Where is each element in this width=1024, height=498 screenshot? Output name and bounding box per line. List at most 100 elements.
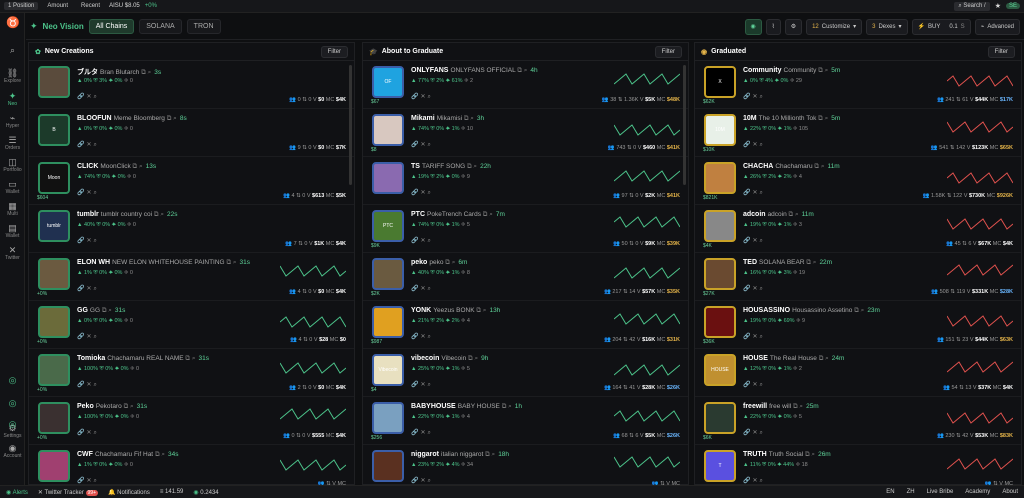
copy-icon[interactable]: ⧉ ⌕ — [818, 67, 828, 74]
buy-settings[interactable]: ⚡ BUY 0.1 S — [911, 18, 971, 35]
copy-icon[interactable]: ⧉ ⌕ — [124, 403, 134, 410]
token-row[interactable]: 10M $10K 10M The 10 Millionth Tok ⧉ ⌕ 5m ▲ 22… — [695, 109, 1021, 157]
token-symbol[interactable]: Peko — [77, 403, 94, 410]
social-icons[interactable]: 🔗✕⌕ — [743, 381, 765, 389]
token-avatar[interactable]: PTC — [372, 210, 404, 242]
side-action-3[interactable]: ◎ — [0, 419, 25, 429]
token-symbol[interactable]: TRUTH — [743, 451, 767, 458]
social-icons[interactable]: 🔗✕⌕ — [77, 141, 99, 149]
token-row[interactable]: OF $67 ONLYFANS ONLYFANS OFFICIAL ⧉ ⌕ 4h ▲ 77… — [363, 61, 688, 109]
token-avatar[interactable]: HOUSE — [704, 354, 736, 386]
sidebar-item-6[interactable]: ▭ Wallet — [0, 179, 25, 195]
copy-icon[interactable]: ⧉ ⌕ — [468, 355, 478, 362]
token-symbol[interactable]: adcoin — [743, 211, 766, 218]
token-symbol[interactable]: GG — [77, 307, 88, 314]
token-avatar[interactable] — [38, 354, 70, 386]
sidebar-item-3[interactable]: ⌁ Hyper — [0, 113, 25, 129]
token-row[interactable]: $8 Mikami Mikamisi ⧉ ⌕ 3h ▲ 74% ⛨ 0% ✦ 1% ◈ … — [363, 109, 688, 157]
settings-icon[interactable]: ⚙ — [784, 18, 803, 35]
sidebar-item-4[interactable]: ☰ Orders — [0, 135, 25, 151]
token-symbol[interactable]: vibecoin — [411, 355, 439, 362]
sidebar-item-1[interactable]: ⛓ Explore — [0, 68, 25, 84]
social-icons[interactable]: 🔗✕⌕ — [77, 189, 99, 197]
lang-zh[interactable]: ZH — [907, 489, 915, 495]
copy-icon[interactable]: ⧉ ⌕ — [167, 115, 177, 122]
copy-icon[interactable]: ⧉ ⌕ — [102, 307, 112, 314]
twitter-tracker-button[interactable]: ✕ Twitter Tracker 99+ — [38, 489, 99, 496]
token-avatar[interactable] — [38, 258, 70, 290]
token-row[interactable]: tumblr tumblr tumblr country coi ⧉ ⌕ 22s ▲ 4… — [29, 205, 354, 253]
token-symbol[interactable]: TED — [743, 259, 757, 266]
token-row[interactable]: $4K adcoin adcoin ⧉ ⌕ 11m ▲ 19% ⛨ 0% ✦ 1% ◈ … — [695, 205, 1021, 253]
social-icons[interactable]: 🔗✕⌕ — [411, 93, 433, 101]
customize-button[interactable]: 12 Customize ▾ — [806, 18, 863, 35]
token-avatar[interactable]: X — [704, 66, 736, 98]
filter-button[interactable]: Filter — [320, 45, 348, 58]
token-symbol[interactable]: Mikami — [411, 115, 435, 122]
token-symbol[interactable]: ELON WH — [77, 259, 110, 266]
social-icons[interactable]: 🔗✕⌕ — [411, 285, 433, 293]
token-symbol[interactable]: tumblr — [77, 211, 99, 218]
token-row[interactable]: Vibecoin $4 vibecoin Vibecoin ⧉ ⌕ 9h ▲ 25% ⛨ … — [363, 349, 688, 397]
amount-tab[interactable]: Amount — [43, 2, 72, 10]
copy-icon[interactable]: ⧉ ⌕ — [485, 451, 495, 458]
social-icons[interactable]: 🔗✕⌕ — [743, 285, 765, 293]
token-avatar[interactable]: B — [38, 114, 70, 146]
copy-icon[interactable]: ⧉ ⌕ — [502, 403, 512, 410]
token-symbol[interactable]: CWF — [77, 451, 93, 458]
token-avatar[interactable] — [372, 258, 404, 290]
token-symbol[interactable]: TS — [411, 163, 420, 170]
token-avatar[interactable] — [704, 402, 736, 434]
token-symbol[interactable]: HOUSASSINO — [743, 307, 790, 314]
chart-icon[interactable]: ⌇ — [765, 18, 781, 35]
copy-icon[interactable]: ⧉ ⌕ — [154, 211, 164, 218]
token-avatar[interactable]: OF — [372, 66, 404, 98]
ticker-symbol[interactable]: AISU $8.05 — [109, 3, 140, 9]
token-avatar[interactable]: Moon — [38, 162, 70, 194]
notifications-button[interactable]: 🔔 Notifications — [108, 489, 150, 496]
social-icons[interactable]: 🔗✕⌕ — [743, 333, 765, 341]
token-row[interactable]: $987 YONK Yeezus BONK ⧉ ⌕ 13h ▲ 21% ⛨ 2% ✦ 2… — [363, 301, 688, 349]
token-symbol[interactable]: 10M — [743, 115, 757, 122]
copy-icon[interactable]: ⧉ ⌕ — [854, 307, 864, 314]
side-action-1[interactable]: ◎ — [0, 375, 25, 385]
token-avatar[interactable] — [704, 258, 736, 290]
copy-icon[interactable]: ⧉ ⌕ — [818, 115, 828, 122]
token-avatar[interactable]: Vibecoin — [372, 354, 404, 386]
token-avatar[interactable]: 10M — [704, 114, 736, 146]
token-symbol[interactable]: ONLYFANS — [411, 67, 448, 74]
token-symbol[interactable]: Tomioka — [77, 355, 105, 362]
copy-icon[interactable]: ⧉ ⌕ — [467, 163, 477, 170]
social-icons[interactable]: 🔗✕⌕ — [743, 429, 765, 437]
token-symbol[interactable]: peko — [411, 259, 427, 266]
about-link[interactable]: About — [1002, 489, 1018, 495]
copy-icon[interactable]: ⧉ ⌕ — [819, 355, 829, 362]
filter-button[interactable]: Filter — [987, 45, 1015, 58]
token-avatar[interactable] — [38, 66, 70, 98]
scrollbar[interactable] — [683, 65, 686, 185]
token-row[interactable]: HOUSE HOUSE The Real House ⧉ ⌕ 24m ▲ 12% ⛨ 0… — [695, 349, 1021, 397]
token-row[interactable]: $36K HOUSASSINO Housassino Assetino ⧉ ⌕ 23m… — [695, 301, 1021, 349]
token-symbol[interactable]: Community — [743, 67, 782, 74]
sidebar-item-9[interactable]: ✕ Twitter — [0, 245, 25, 261]
advanced-button[interactable]: ⌁ Advanced — [974, 18, 1020, 35]
social-icons[interactable]: 🔗✕⌕ — [77, 285, 99, 293]
token-avatar[interactable] — [38, 402, 70, 434]
social-icons[interactable]: 🔗✕⌕ — [77, 237, 99, 245]
position-tab[interactable]: 1 Position — [4, 2, 39, 10]
token-symbol[interactable]: YONK — [411, 307, 431, 314]
filter-button[interactable]: Filter — [654, 45, 682, 58]
token-row[interactable]: $256 BABYHOUSE BABY HOUSE ⧉ ⌕ 1h ▲ 22% ⛨ 0% … — [363, 397, 688, 445]
copy-icon[interactable]: ⧉ ⌕ — [517, 67, 527, 74]
academy-link[interactable]: Academy — [965, 489, 990, 495]
copy-icon[interactable]: ⧉ ⌕ — [483, 211, 493, 218]
token-row[interactable]: +0% ELON WH NEW ELON WHITEHOUSE PAINTING ⧉… — [29, 253, 354, 301]
token-row[interactable]: B BLOOFUN Meme Bloomberg ⧉ ⌕ 8s ▲ 0% ⛨ 0% ✦ … — [29, 109, 354, 157]
token-avatar[interactable]: T — [704, 450, 736, 482]
token-avatar[interactable] — [372, 306, 404, 338]
social-icons[interactable]: 🔗✕⌕ — [77, 93, 99, 101]
social-icons[interactable]: 🔗✕⌕ — [743, 189, 765, 197]
copy-icon[interactable]: ⧉ ⌕ — [464, 115, 474, 122]
token-avatar[interactable]: tumblr — [38, 210, 70, 242]
social-icons[interactable]: 🔗✕⌕ — [743, 141, 765, 149]
